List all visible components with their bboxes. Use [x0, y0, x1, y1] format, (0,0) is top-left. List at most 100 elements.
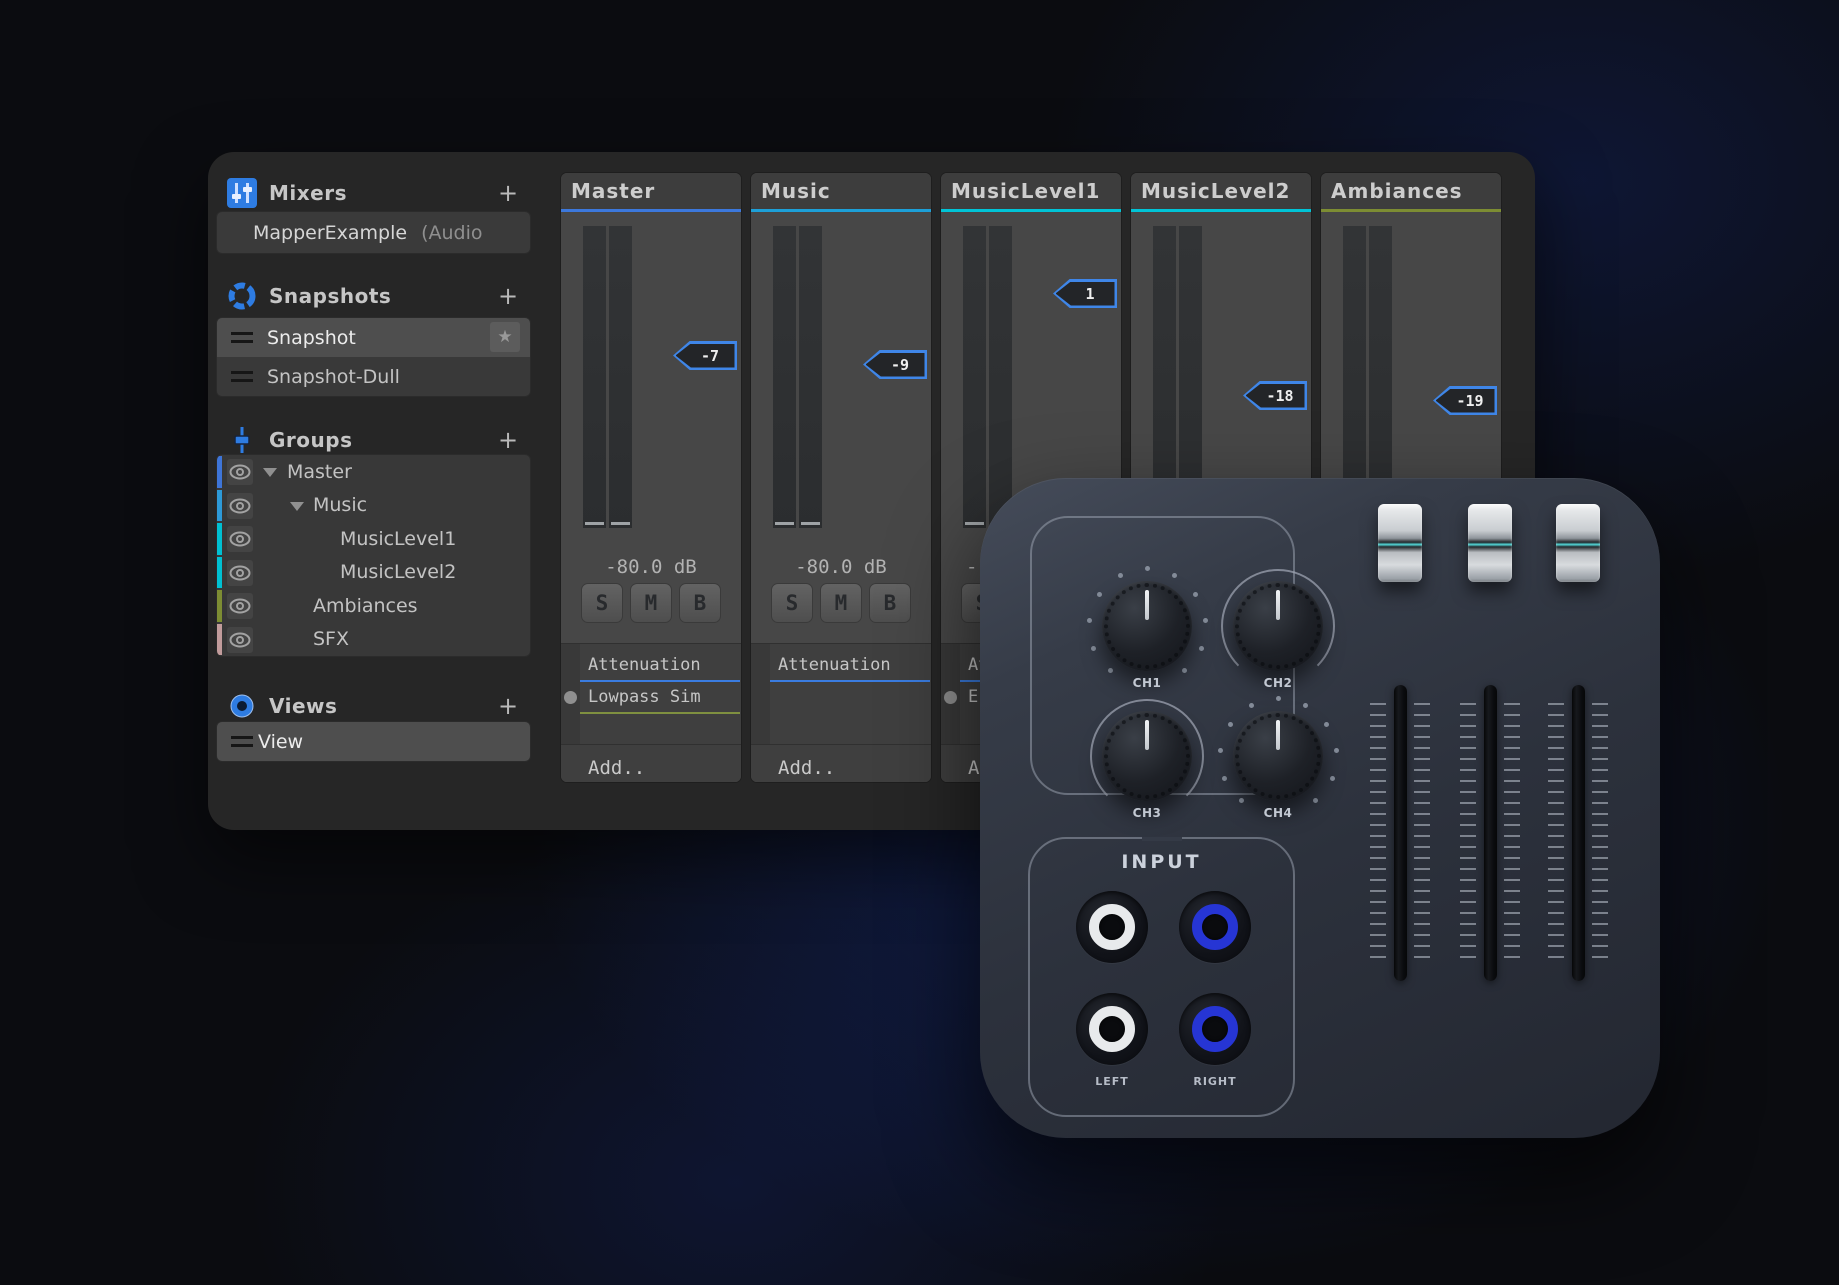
group-name: MusicLevel2	[340, 561, 456, 583]
add-effect-button[interactable]: Add..	[588, 757, 645, 779]
bypass-button[interactable]: B	[679, 583, 721, 623]
strip-header[interactable]: Music	[751, 173, 931, 209]
jack-ring	[1192, 904, 1238, 950]
strip-header[interactable]: Ambiances	[1321, 173, 1501, 209]
group-accent-bar	[1131, 209, 1311, 212]
add-snapshot-button[interactable]: +	[496, 282, 520, 310]
fader-track[interactable]	[1484, 685, 1497, 981]
visibility-toggle[interactable]	[227, 459, 253, 485]
fader-track[interactable]	[1572, 685, 1585, 981]
input-jack-right-top[interactable]	[1179, 891, 1251, 963]
add-effect-button[interactable]: Add..	[778, 757, 835, 779]
eye-icon	[228, 531, 252, 547]
right-channel-label: RIGHT	[1179, 1075, 1251, 1088]
hardware-fader-3	[1543, 504, 1613, 1024]
group-row-musiclevel2[interactable]: MusicLevel2	[217, 556, 530, 590]
view-item-selected[interactable]: View	[217, 722, 530, 761]
snapshot-item-selected[interactable]: Snapshot ★	[217, 318, 530, 357]
level-meter-left	[773, 226, 796, 528]
hardware-mixer-panel: CH1 CH2 CH3 CH4 INPUT LEFT	[980, 478, 1660, 1138]
snapshot-item[interactable]: Snapshot-Dull	[217, 357, 530, 396]
visibility-toggle[interactable]	[227, 493, 253, 519]
mute-button[interactable]: M	[820, 583, 862, 623]
views-section-title: Views	[269, 694, 337, 718]
level-meter-right	[609, 226, 632, 528]
led-indicator	[1391, 652, 1409, 667]
add-effect-row[interactable]: Add..	[751, 744, 931, 782]
volume-fader-handle[interactable]: -9	[863, 350, 927, 379]
knob-body[interactable]	[1102, 711, 1192, 801]
fader-cap[interactable]	[1468, 504, 1512, 582]
group-row-music[interactable]: Music	[217, 489, 530, 523]
fader-track[interactable]	[1394, 685, 1407, 981]
mute-button[interactable]: M	[630, 583, 672, 623]
add-mixer-button[interactable]: +	[496, 179, 520, 207]
group-accent-bar	[1321, 209, 1501, 212]
fader-tick-marks	[1504, 703, 1520, 965]
effects-panel: Attenuation Lowpass Sim Add..	[561, 643, 741, 782]
effect-slot-attenuation[interactable]: Attenuation	[751, 650, 931, 682]
volume-fader-handle[interactable]: -18	[1243, 381, 1307, 410]
smb-button-row: S M B	[771, 583, 911, 623]
effect-slot-lowpass[interactable]: Lowpass Sim	[561, 682, 741, 714]
foldout-triangle[interactable]	[290, 502, 304, 511]
strip-title: Music	[751, 173, 931, 203]
views-list: View	[217, 722, 530, 761]
volume-fader-handle[interactable]: 1	[1053, 279, 1117, 308]
add-effect-row[interactable]: Add..	[561, 744, 741, 782]
desktop-background: Mixers + MapperExample (Audio Snapshots …	[0, 0, 1839, 1285]
visibility-toggle[interactable]	[227, 593, 253, 619]
eye-icon	[228, 464, 252, 480]
mixer-item-mapperexample[interactable]: MapperExample (Audio	[217, 212, 530, 253]
views-eye-icon	[227, 691, 257, 721]
add-view-button[interactable]: +	[496, 692, 520, 720]
input-jack-left-bottom[interactable]	[1076, 993, 1148, 1065]
level-meter-left	[583, 226, 606, 528]
mixer-name: MapperExample	[253, 222, 407, 244]
knob-body[interactable]	[1233, 581, 1323, 671]
group-row-sfx[interactable]: SFX	[217, 623, 530, 657]
volume-fader-handle[interactable]: -19	[1433, 386, 1497, 415]
fader-cap[interactable]	[1556, 504, 1600, 582]
visibility-toggle[interactable]	[227, 560, 253, 586]
group-row-master[interactable]: Master	[217, 455, 530, 489]
strip-header[interactable]: MusicLevel1	[941, 173, 1121, 209]
group-row-musiclevel1[interactable]: MusicLevel1	[217, 522, 530, 556]
knob-body[interactable]	[1102, 581, 1192, 671]
input-jack-right-bottom[interactable]	[1179, 993, 1251, 1065]
solo-button[interactable]: S	[581, 583, 623, 623]
left-channel-label: LEFT	[1076, 1075, 1148, 1088]
volume-db-readout[interactable]: -80.0 dB	[751, 556, 931, 578]
volume-fader-handle[interactable]: -7	[673, 341, 737, 370]
group-row-ambiances[interactable]: Ambiances	[217, 589, 530, 623]
visibility-toggle[interactable]	[227, 627, 253, 653]
knob-label: CH1	[1102, 676, 1192, 690]
volume-db-readout[interactable]: -80.0 dB	[561, 556, 741, 578]
strip-header[interactable]: Master	[561, 173, 741, 209]
strip-title: Ambiances	[1321, 173, 1501, 203]
fader-cap[interactable]	[1378, 504, 1422, 582]
add-group-button[interactable]: +	[496, 426, 520, 454]
channel-strip-music: Music -9 -80.0 dB S M B Attenuation Add.…	[751, 173, 931, 782]
snapshot-name: Snapshot	[267, 327, 356, 349]
favorite-star-button[interactable]: ★	[490, 322, 520, 352]
hardware-fader-1	[1365, 504, 1435, 1024]
view-name: View	[258, 731, 303, 753]
effect-name: Lowpass Sim	[588, 687, 701, 707]
foldout-triangle[interactable]	[263, 468, 277, 477]
box-outline-gap	[1142, 837, 1182, 841]
strip-title: MusicLevel1	[941, 173, 1121, 203]
snapshots-section-header: Snapshots	[227, 280, 391, 312]
visibility-toggle[interactable]	[227, 526, 253, 552]
fader-tick-marks	[1414, 703, 1430, 965]
effect-bullet-icon	[944, 691, 957, 704]
input-jack-left-top[interactable]	[1076, 891, 1148, 963]
effect-slot-attenuation[interactable]: Attenuation	[561, 650, 741, 682]
eye-icon	[228, 632, 252, 648]
bypass-button[interactable]: B	[869, 583, 911, 623]
knob-body[interactable]	[1233, 711, 1323, 801]
solo-button[interactable]: S	[771, 583, 813, 623]
effect-bullet-icon	[564, 691, 577, 704]
drag-handle-icon	[231, 736, 253, 747]
strip-header[interactable]: MusicLevel2	[1131, 173, 1311, 209]
